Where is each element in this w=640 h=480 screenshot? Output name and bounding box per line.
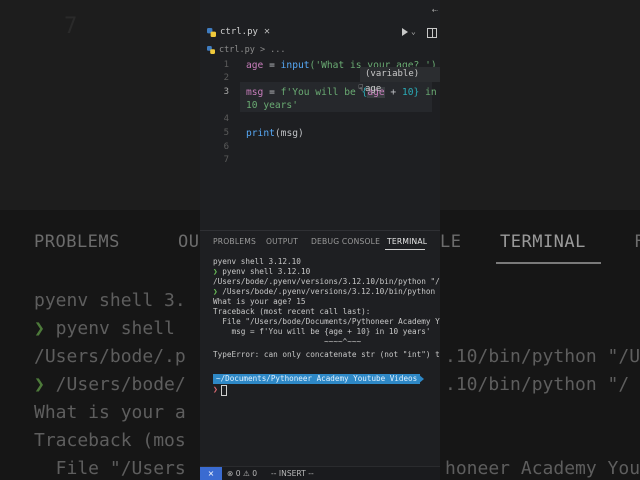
terminal-line: pyenv shell 3.12.10 xyxy=(213,257,301,266)
line-number: 4 xyxy=(223,114,229,124)
active-tab-indicator xyxy=(385,249,425,250)
terminal-cursor xyxy=(221,385,227,396)
remote-icon[interactable]: ⨯ xyxy=(200,467,222,480)
background-terminal-line-right: .10/bin/python "/Us xyxy=(445,346,640,367)
tab-debug-console[interactable]: DEBUG CONSOLE xyxy=(311,237,380,246)
background-terminal-line: pyenv shell 3. xyxy=(34,290,186,311)
terminal-line: ❯ pyenv shell 3.12.10 xyxy=(213,267,311,276)
line-number: 7 xyxy=(223,155,229,165)
background-tab-extra: F xyxy=(634,232,640,252)
terminal-line: File "/Users/bode/Documents/Pythoneer Ac… xyxy=(213,317,440,326)
line-text: msg = f'You will be {age + 10} in xyxy=(246,87,437,98)
editor-tab-bar: ctrl.py ✕ ⌄ xyxy=(200,24,440,42)
chevron-down-icon[interactable]: ⌄ xyxy=(411,27,416,36)
background-line-number: 7 xyxy=(64,14,78,39)
vim-mode-status: -- INSERT -- xyxy=(271,469,314,478)
python-icon xyxy=(207,28,216,37)
background-terminal-line: File "/Users xyxy=(34,458,186,479)
code-line: 3 msg = f'You will be {age + 10} in xyxy=(200,87,440,100)
code-line: 4 xyxy=(200,114,440,127)
background-terminal-line: /Users/bode/.p xyxy=(34,346,186,367)
python-icon xyxy=(207,45,215,54)
terminal-line: ~~~~^~~~ xyxy=(213,337,362,346)
line-number: 5 xyxy=(223,128,229,138)
breadcrumb[interactable]: ctrl.py > ... xyxy=(207,45,286,55)
line-text: print(msg) xyxy=(246,128,304,139)
code-line-wrap: 10 years' xyxy=(200,100,440,113)
tab-output[interactable]: OUTPUT xyxy=(266,237,298,246)
background-tab-terminal: TERMINAL xyxy=(500,232,586,252)
terminal-line: /Users/bode/.pyenv/versions/3.12.10/bin/… xyxy=(213,277,440,286)
line-text: 10 years' xyxy=(246,100,298,111)
breadcrumb-text: ctrl.py > ... xyxy=(219,45,286,55)
background-tab-problems: PROBLEMS xyxy=(34,232,120,252)
background-terminal-line: ❯ pyenv shell xyxy=(34,318,175,339)
terminal-line: Traceback (most recent call last): xyxy=(213,307,371,316)
editor-window: ⇠ ctrl.py ✕ ⌄ ctrl.py > ... 1 age = inpu… xyxy=(200,0,440,480)
background-tab-output: OU xyxy=(178,232,200,252)
back-arrow-icon[interactable]: ⇠ xyxy=(432,5,438,16)
tab-terminal[interactable]: TERMINAL xyxy=(387,237,427,246)
mouse-cursor-icon: ☟ xyxy=(358,84,364,94)
status-bar: ⨯ ⊗ 0 ⚠ 0 -- INSERT -- xyxy=(200,466,440,480)
close-icon[interactable]: ✕ xyxy=(264,26,270,37)
background-terminal-line-right: honeer Academy You xyxy=(445,458,640,479)
background-terminal-line: What is your a xyxy=(34,402,186,423)
run-icon[interactable] xyxy=(402,28,408,36)
panel-tabs: PROBLEMS OUTPUT DEBUG CONSOLE TERMINAL xyxy=(200,231,440,251)
prompt-path-arrow xyxy=(418,374,424,384)
background-tab-underline xyxy=(496,262,601,264)
background-tab-console: LE xyxy=(440,232,462,252)
bottom-panel: PROBLEMS OUTPUT DEBUG CONSOLE TERMINAL p… xyxy=(200,230,440,467)
line-number: 2 xyxy=(223,73,229,83)
code-line: 7 xyxy=(200,155,440,168)
code-line: 5 print(msg) xyxy=(200,128,440,141)
prompt-symbol: ❯ xyxy=(213,385,218,394)
problems-status[interactable]: ⊗ 0 ⚠ 0 xyxy=(227,469,257,478)
background-terminal-line: Traceback (mos xyxy=(34,430,186,451)
terminal-line: ❯ /Users/bode/.pyenv/versions/3.12.10/bi… xyxy=(213,287,440,296)
split-editor-icon[interactable] xyxy=(427,28,437,38)
terminal-line: What is your age? 15 xyxy=(213,297,306,306)
tab-problems[interactable]: PROBLEMS xyxy=(213,237,256,246)
code-line: 6 xyxy=(200,142,440,155)
prompt-path: ~/Documents/Pythoneer Academy Youtube Vi… xyxy=(213,374,421,384)
hover-tooltip: (variable) age xyxy=(360,67,440,94)
background-terminal-line: ❯ /Users/bode/ xyxy=(34,374,186,395)
line-number: 1 xyxy=(223,60,229,70)
editor-tab-ctrl-py[interactable]: ctrl.py ✕ xyxy=(200,24,280,42)
background-terminal-line-right: .10/bin/python "/ xyxy=(445,374,630,395)
line-number: 3 xyxy=(223,87,229,97)
terminal-output[interactable]: pyenv shell 3.12.10 ❯ pyenv shell 3.12.1… xyxy=(213,257,440,360)
terminal-line: TypeError: can only concatenate str (not… xyxy=(213,350,440,359)
line-number: 6 xyxy=(223,142,229,152)
tab-label: ctrl.py xyxy=(220,27,258,37)
terminal-line: msg = f'You will be {age + 10} in 10 yea… xyxy=(213,327,431,336)
